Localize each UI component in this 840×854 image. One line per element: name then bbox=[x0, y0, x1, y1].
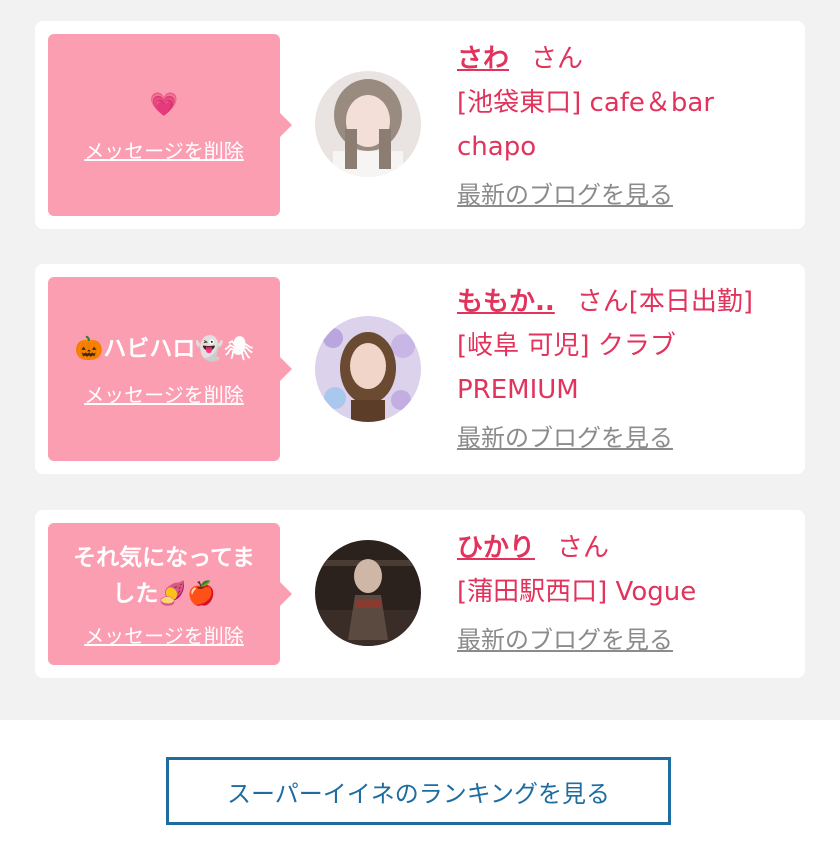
shop-name: [蒲田駅西口] Vogue bbox=[457, 577, 697, 607]
avatar[interactable] bbox=[315, 71, 421, 177]
latest-blog-link[interactable]: 最新のブログを見る bbox=[457, 416, 673, 460]
avatar[interactable] bbox=[315, 316, 421, 422]
delete-message-link[interactable]: メッセージを削除 bbox=[84, 379, 244, 408]
shop-name: [池袋東口] cafe＆bar bbox=[457, 88, 715, 118]
super-like-ranking-button[interactable]: スーパーイイネのランキングを見る bbox=[166, 757, 671, 825]
latest-blog-link[interactable]: 最新のブログを見る bbox=[457, 618, 673, 662]
message-bubble: 💗 メッセージを削除 bbox=[48, 34, 292, 216]
message-text: 💗 bbox=[149, 91, 179, 118]
message-text-cont: した🍠🍎 bbox=[112, 580, 216, 607]
message-bubble: それ気になってま した🍠🍎 メッセージを削除 bbox=[48, 523, 292, 665]
shop-name-cont: PREMIUM bbox=[457, 375, 579, 405]
host-info: ももか.. さん[本日出勤] [岐阜 可児] クラブ PREMIUM 最新のブログ… bbox=[457, 280, 785, 460]
host-name-link[interactable]: さわ bbox=[457, 44, 509, 74]
host-name-link[interactable]: ひかり bbox=[457, 533, 535, 563]
message-text: それ気になってま bbox=[73, 544, 255, 571]
delete-message-link[interactable]: メッセージを削除 bbox=[84, 135, 244, 164]
host-info: ひかり さん [蒲田駅西口] Vogue 最新のブログを見る bbox=[457, 526, 785, 662]
like-card: 🎃ハビハロ👻🕷 メッセージを削除 ももか.. さん[本日出勤] [岐阜 可児] ク… bbox=[35, 264, 805, 474]
host-info: さわ さん [池袋東口] cafe＆bar chapo 最新のブログを見る bbox=[457, 37, 785, 217]
avatar[interactable] bbox=[315, 540, 421, 646]
latest-blog-link[interactable]: 最新のブログを見る bbox=[457, 173, 673, 217]
host-suffix: さん bbox=[557, 533, 610, 563]
like-card: それ気になってま した🍠🍎 メッセージを削除 ひかり さん [蒲田駅西口] Vog… bbox=[35, 510, 805, 678]
super-like-feed: 💗 メッセージを削除 さわ さん [池袋東口] cafe＆bar chapo 最新… bbox=[0, 0, 840, 720]
shop-name-cont: chapo bbox=[457, 132, 537, 162]
like-card: 💗 メッセージを削除 さわ さん [池袋東口] cafe＆bar chapo 最新… bbox=[35, 21, 805, 229]
host-suffix: さん bbox=[531, 44, 584, 74]
message-text: 🎃ハビハロ👻🕷 bbox=[74, 335, 254, 362]
shop-name: [岐阜 可児] クラブ bbox=[457, 331, 676, 361]
host-name-link[interactable]: ももか.. bbox=[457, 287, 555, 317]
delete-message-link[interactable]: メッセージを削除 bbox=[84, 620, 244, 649]
host-suffix: さん[本日出勤] bbox=[576, 287, 754, 317]
message-bubble: 🎃ハビハロ👻🕷 メッセージを削除 bbox=[48, 277, 292, 461]
